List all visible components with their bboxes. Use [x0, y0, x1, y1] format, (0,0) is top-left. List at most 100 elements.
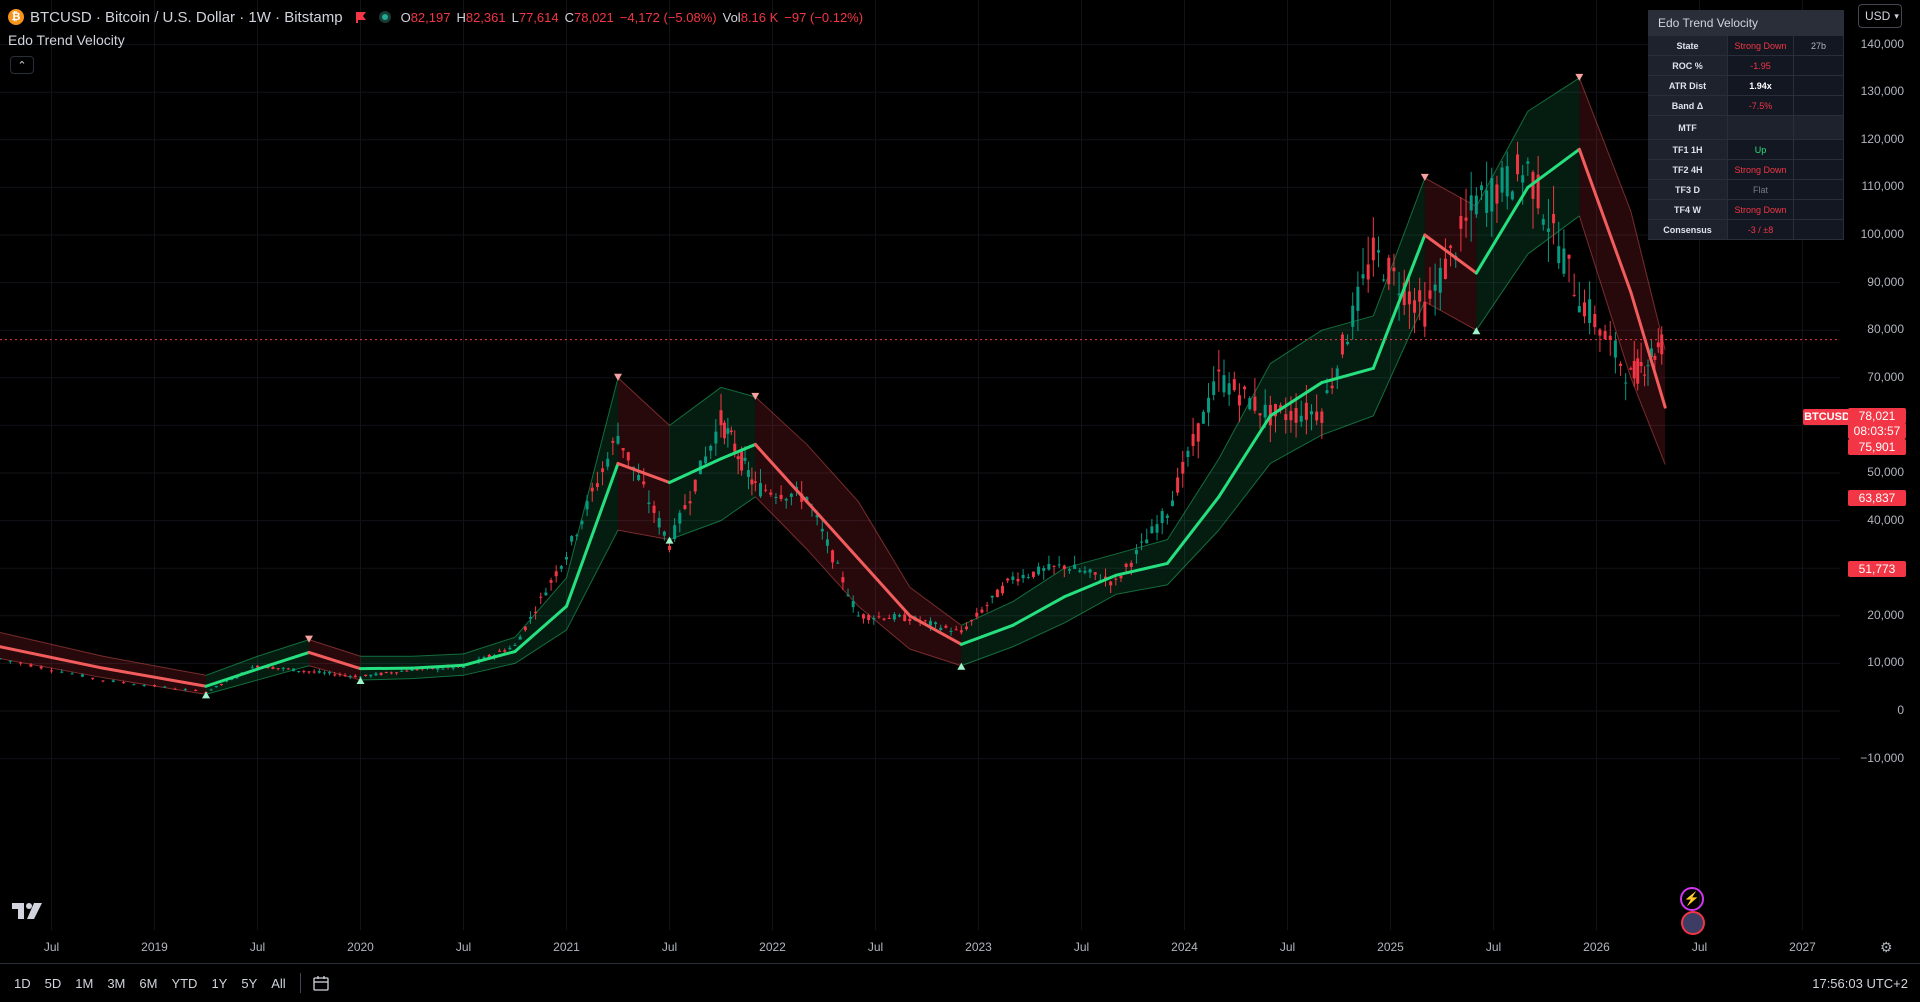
time-axis-label: 2020 — [347, 940, 374, 954]
table-row-extra — [1794, 76, 1844, 96]
candle-body — [1253, 396, 1257, 411]
candle-body — [1546, 228, 1550, 232]
candle-body — [934, 622, 938, 625]
collapse-legend-button[interactable]: ⌃ — [10, 56, 34, 74]
candle-body — [1361, 274, 1365, 279]
time-axis-label: Jul — [1485, 940, 1502, 954]
candle-body — [1428, 290, 1432, 299]
flag-icon[interactable] — [355, 11, 367, 23]
range-button-5y[interactable]: 5Y — [241, 976, 257, 991]
candle-body — [1423, 301, 1427, 327]
candle-body — [970, 620, 974, 622]
table-row-value: -1.95 — [1728, 56, 1794, 76]
price-chart[interactable] — [0, 0, 1840, 960]
candle-body — [389, 672, 393, 674]
range-button-ytd[interactable]: YTD — [171, 976, 197, 991]
gear-icon[interactable]: ⚙ — [1880, 939, 1893, 956]
candle-body — [60, 671, 64, 673]
candle-body — [954, 629, 958, 631]
candle-body — [1474, 195, 1478, 215]
candle-body — [1443, 258, 1447, 279]
table-row-label: TF1 1H — [1648, 140, 1728, 160]
candle-body — [1479, 185, 1483, 191]
candle-body — [1521, 175, 1525, 183]
candle-body — [1646, 365, 1650, 367]
symbol-title[interactable]: BTCUSD · Bitcoin / U.S. Dollar · 1W · Bi… — [30, 9, 343, 26]
ohlc-readout: O82,197 H82,361 L77,614 C78,021 −4,172 (−5.0… — [401, 10, 864, 25]
candle-body — [1510, 191, 1514, 200]
range-button-1d[interactable]: 1D — [14, 976, 31, 991]
range-button-1m[interactable]: 1M — [75, 976, 93, 991]
candle-body — [678, 512, 682, 524]
ohlc-field: O82,197 — [400, 9, 451, 25]
price-axis-label: 80,000 — [1867, 322, 1904, 337]
candle-body — [1340, 334, 1344, 355]
candle-body — [297, 670, 301, 672]
range-button-3m[interactable]: 3M — [107, 976, 125, 991]
candle-body — [1114, 578, 1118, 580]
range-button-1y[interactable]: 1Y — [211, 976, 227, 991]
currency-button[interactable]: USD ▾ — [1858, 4, 1902, 28]
bull-band-segment — [206, 656, 258, 695]
candle-body — [1653, 355, 1657, 360]
candle-body — [1093, 572, 1097, 575]
tradingview-logo-icon[interactable] — [12, 903, 44, 919]
table-row-extra — [1794, 56, 1844, 76]
candle-body — [559, 566, 563, 569]
candle-body — [307, 671, 311, 673]
time-axis-label: 2021 — [553, 940, 580, 954]
us-flag-icon[interactable] — [1681, 911, 1705, 935]
candle-body — [29, 664, 33, 667]
indicator-title[interactable]: Edo Trend Velocity — [8, 32, 125, 48]
calendar-goto-icon[interactable] — [313, 975, 331, 991]
candle-body — [923, 620, 927, 622]
range-button-5d[interactable]: 5D — [45, 976, 62, 991]
candle-body — [1593, 314, 1597, 328]
candle-body — [746, 470, 750, 477]
candle-body — [1026, 576, 1030, 578]
symbol-header[interactable]: ₿ BTCUSD · Bitcoin / U.S. Dollar · 1W · … — [8, 7, 863, 27]
candle-body — [898, 614, 902, 617]
candle-body — [1062, 565, 1066, 570]
candle-body — [1289, 410, 1293, 421]
candle-body — [1145, 539, 1149, 544]
candle-body — [1304, 402, 1308, 420]
candle-body — [949, 630, 953, 632]
candle-body — [39, 666, 43, 669]
table-row-value: Up — [1728, 140, 1794, 160]
candle-body — [985, 605, 989, 607]
candle-body — [944, 625, 948, 628]
candle-body — [736, 456, 740, 460]
candle-body — [580, 520, 584, 525]
candle-body — [758, 483, 762, 497]
candle-body — [575, 535, 579, 537]
candle-body — [820, 528, 824, 532]
candle-body — [343, 675, 347, 677]
clock-display[interactable]: 17:56:03 UTC+2 — [1812, 976, 1908, 991]
candle-body — [750, 479, 754, 485]
bull-band-segment — [1476, 111, 1528, 331]
candle-body — [1227, 383, 1231, 395]
candle-body — [1541, 218, 1545, 225]
price-axis-label: 20,000 — [1867, 607, 1904, 622]
candle-body — [606, 458, 610, 467]
candle-body — [528, 616, 532, 619]
range-button-6m[interactable]: 6M — [139, 976, 157, 991]
candle-body — [764, 489, 768, 491]
market-status-icon[interactable] — [378, 11, 391, 23]
candle-body — [50, 670, 53, 672]
candle-body — [1351, 305, 1355, 327]
candle-body — [1639, 362, 1643, 367]
range-button-all[interactable]: All — [271, 976, 285, 991]
candle-body — [616, 435, 620, 444]
candle-body — [1624, 382, 1628, 384]
candle-body — [1212, 381, 1216, 395]
candle-body — [1490, 177, 1494, 212]
candle-body — [1438, 267, 1442, 293]
candle-body — [1330, 385, 1334, 389]
table-row-label: MTF — [1648, 116, 1728, 140]
candle-body — [1505, 166, 1509, 197]
candle-body — [1552, 213, 1556, 224]
time-axis-label: Jul — [1073, 940, 1090, 954]
bolt-icon[interactable]: ⚡ — [1680, 887, 1704, 911]
